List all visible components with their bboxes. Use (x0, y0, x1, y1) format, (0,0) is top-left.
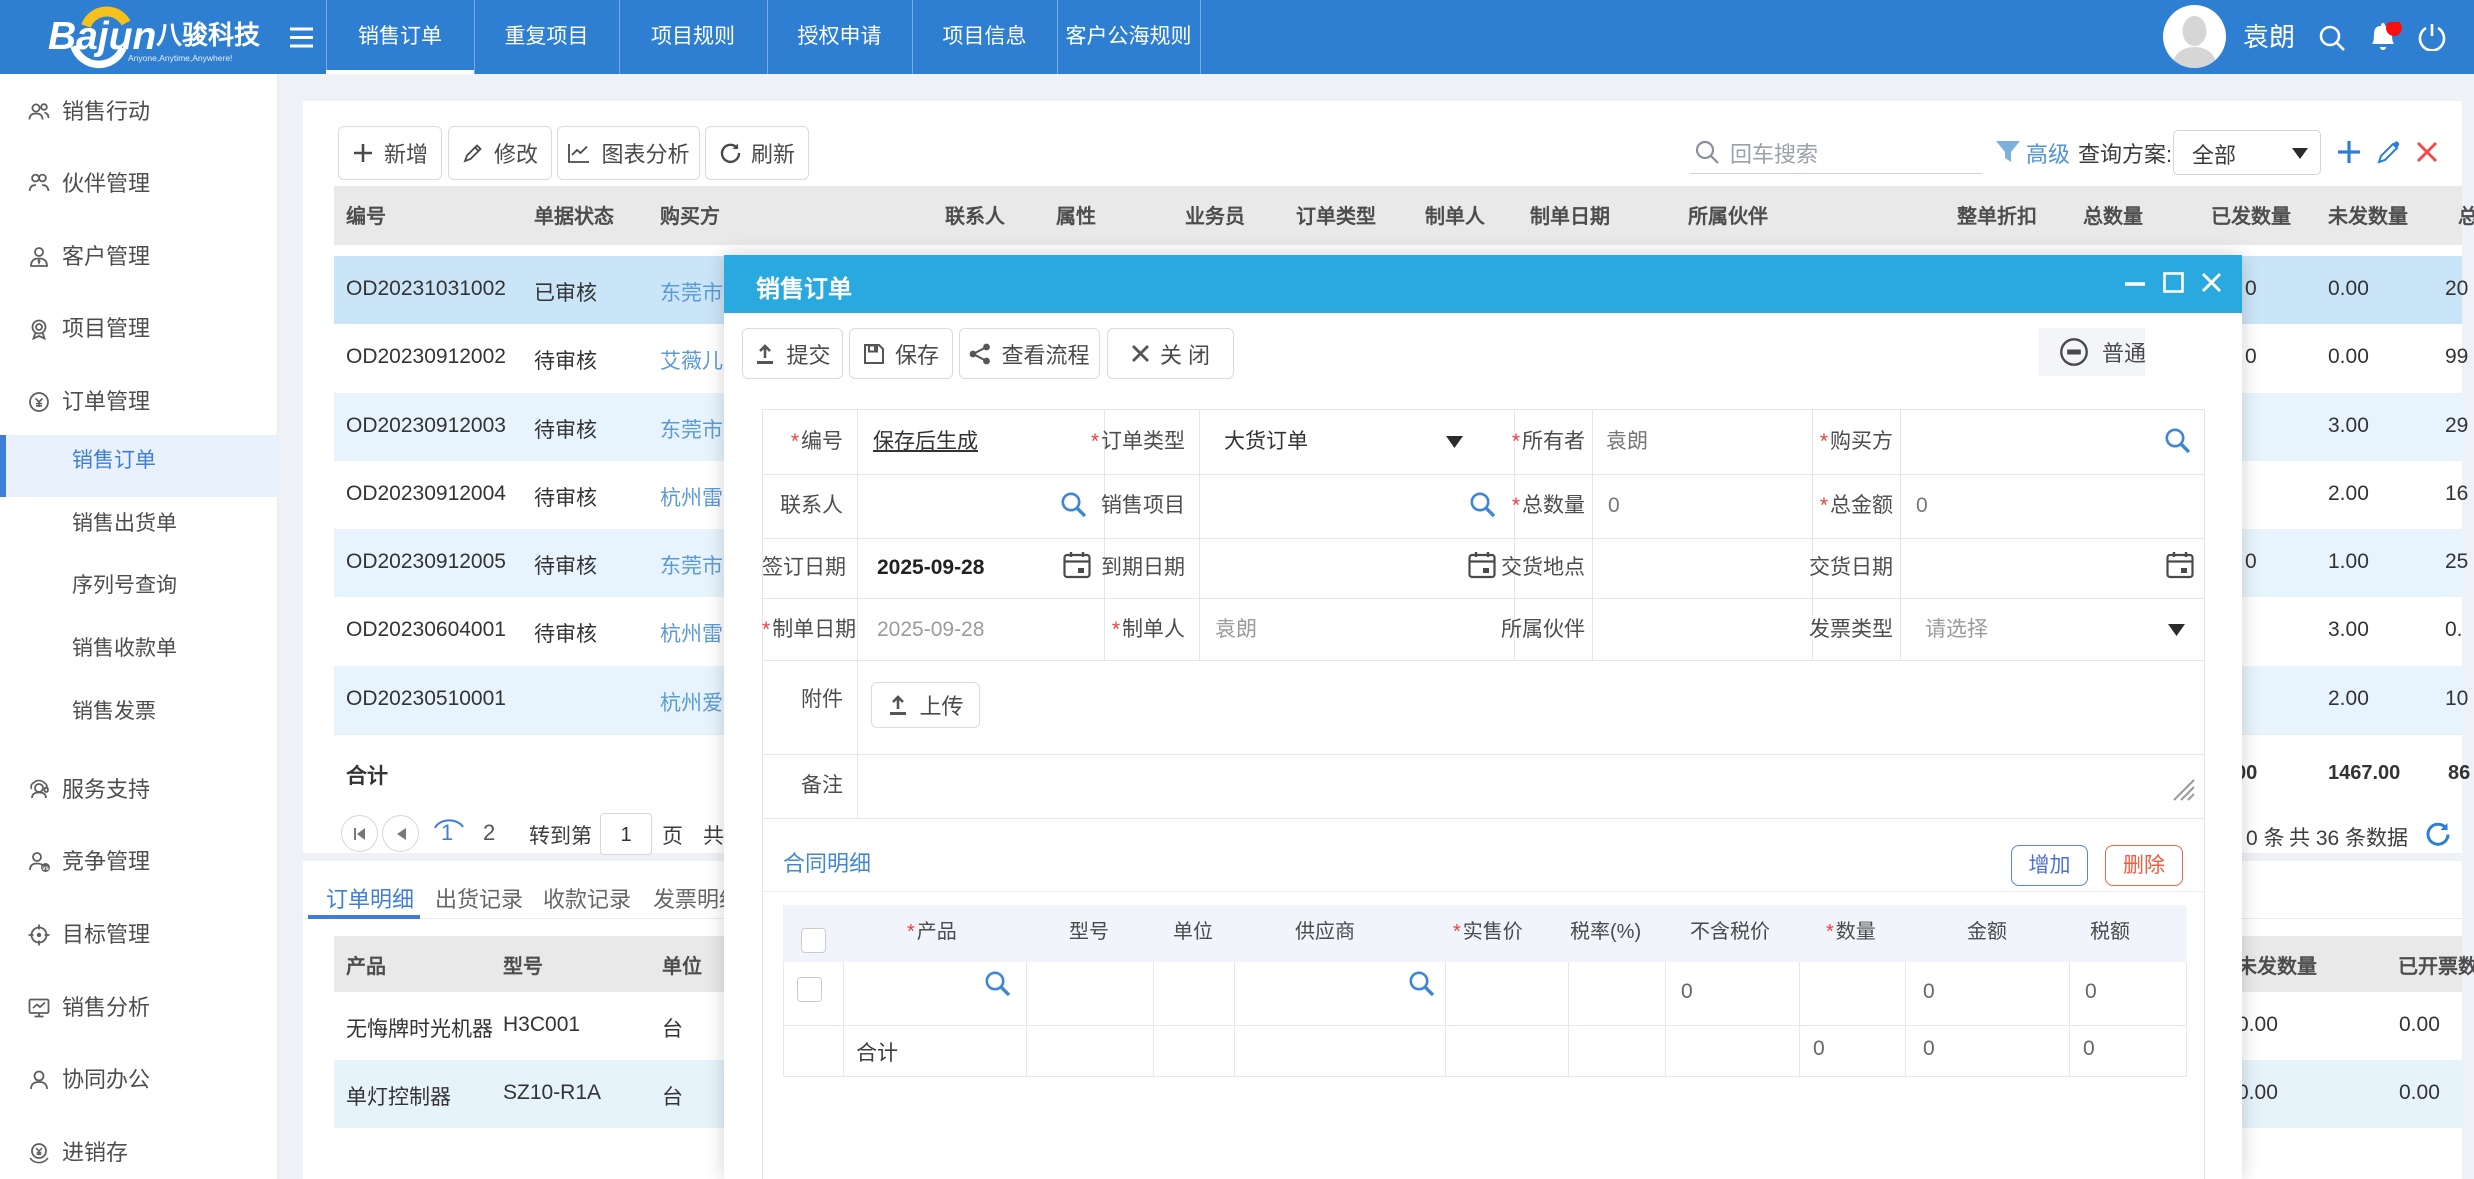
svg-text:vs: vs (42, 866, 49, 872)
svg-text:Anyone,Anytime,Anywhere!: Anyone,Anytime,Anywhere! (128, 53, 232, 63)
svg-text:八骏科技: 八骏科技 (156, 20, 260, 50)
svg-text:Bajun: Bajun (48, 15, 156, 58)
